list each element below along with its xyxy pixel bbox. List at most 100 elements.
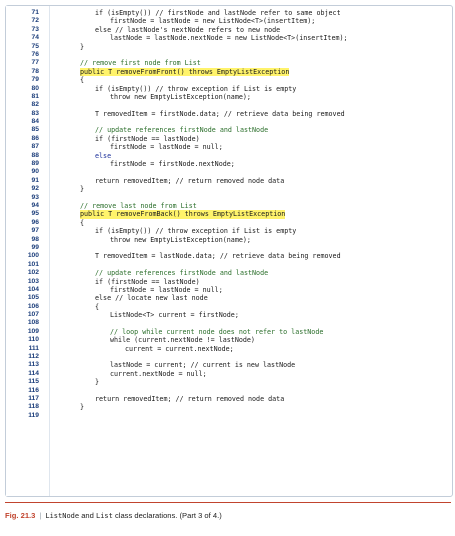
code-text: lastNode = current; // current is new la… <box>110 361 296 370</box>
line-number: 110 <box>28 336 39 344</box>
line-number: 76 <box>31 50 39 58</box>
code-text: firstNode = lastNode = null; <box>110 143 223 152</box>
line-number: 99 <box>31 243 39 251</box>
code-line: 85 // update references firstNode and las… <box>6 126 452 134</box>
line-number: 115 <box>28 378 39 386</box>
line-number: 112 <box>28 353 39 361</box>
line-number: 101 <box>27 260 39 268</box>
code-text: else // locate new last node <box>95 294 208 303</box>
code-text: if (firstNode == lastNode) <box>95 277 200 286</box>
code-text: // remove first node from List <box>80 59 201 68</box>
code-line: 117 return removedItem; // return removed… <box>6 395 452 403</box>
code-line: 106 { <box>6 303 452 311</box>
code-line: 88 else <box>6 152 452 160</box>
line-number: 87 <box>31 143 39 151</box>
line-number: 84 <box>31 118 39 126</box>
code-line: 86 if (firstNode == lastNode) <box>6 135 452 143</box>
code-text: throw new EmptyListException(name); <box>110 92 251 101</box>
code-text: if (isEmpty()) // throw exception if Lis… <box>95 227 297 236</box>
code-text: while (current.nextNode != lastNode) <box>110 336 255 345</box>
code-text: // loop while current node does not refe… <box>110 327 324 336</box>
line-number: 88 <box>31 151 39 159</box>
code-line: 98 throw new EmptyListException(name); <box>6 236 452 244</box>
line-number: 80 <box>31 84 39 92</box>
code-line: 101 <box>6 261 452 269</box>
code-line: 109 // loop while current node does not r… <box>6 328 452 336</box>
code-listing: 71 if (isEmpty()) // firstNode and lastNo… <box>5 5 453 497</box>
line-number: 117 <box>28 394 39 402</box>
code-line: 100 T removedItem = lastNode.data; // ret… <box>6 252 452 260</box>
code-line: 81 throw new EmptyListException(name); <box>6 93 452 101</box>
line-number: 83 <box>31 109 39 117</box>
line-number: 108 <box>27 319 39 327</box>
code-text: if (isEmpty()) // firstNode and lastNode… <box>95 9 341 17</box>
code-text: firstNode = lastNode = new ListNode<T>(i… <box>110 17 316 26</box>
line-number: 105 <box>27 294 39 302</box>
line-number: 102 <box>27 269 39 277</box>
line-number: 113 <box>28 361 39 369</box>
code-text: } <box>80 42 85 51</box>
code-line: 97 if (isEmpty()) // throw exception if L… <box>6 227 452 235</box>
code-line: 107 ListNode<T> current = firstNode; <box>6 311 452 319</box>
figure-number: Fig. 21.3 <box>5 511 36 520</box>
code-text: } <box>80 185 85 194</box>
code-line: 80 if (isEmpty()) // throw exception if L… <box>6 85 452 93</box>
line-number: 81 <box>31 92 39 100</box>
code-line: 114 current.nextNode = null; <box>6 370 452 378</box>
line-number: 98 <box>31 235 39 243</box>
code-text: current.nextNode = null; <box>110 369 207 378</box>
code-text: firstNode = lastNode = null; <box>110 285 223 294</box>
highlighted-code-text: public T removeFromFront() throws EmptyL… <box>80 67 290 77</box>
code-text: { <box>80 218 85 227</box>
code-line: 83 T removedItem = firstNode.data; // ret… <box>6 110 452 118</box>
line-number: 107 <box>27 311 39 319</box>
code-line: 75} <box>6 43 452 51</box>
code-text: { <box>80 76 85 85</box>
code-line: 73 else // lastNode's nextNode refers to … <box>6 26 452 34</box>
code-line: 72 firstNode = lastNode = new ListNode<T>… <box>6 17 452 25</box>
code-text: if (firstNode == lastNode) <box>95 134 200 143</box>
code-text: ListNode<T> current = firstNode; <box>110 311 239 320</box>
code-line: 118} <box>6 403 452 411</box>
line-number: 74 <box>31 34 39 42</box>
line-number: 103 <box>27 277 39 285</box>
code-line: 113 lastNode = current; // current is new… <box>6 361 452 369</box>
line-number: 109 <box>27 327 39 335</box>
line-number: 90 <box>31 168 39 176</box>
line-number: 89 <box>31 160 39 168</box>
code-line: 116 <box>6 387 452 395</box>
code-text: firstNode = firstNode.nextNode; <box>110 160 235 169</box>
line-number: 71 <box>31 9 39 16</box>
code-line: 112 <box>6 353 452 361</box>
code-line: 87 firstNode = lastNode = null; <box>6 143 452 151</box>
line-number: 93 <box>31 193 39 201</box>
line-number: 106 <box>27 302 39 310</box>
caption-divider <box>5 502 451 503</box>
code-line: 91 return removedItem; // return removed … <box>6 177 452 185</box>
code-line: 99 <box>6 244 452 252</box>
line-number: 114 <box>28 369 39 377</box>
code-lines: 71 if (isEmpty()) // firstNode and lastNo… <box>6 9 452 420</box>
code-line: 82 <box>6 101 452 109</box>
code-text: // update references firstNode and lastN… <box>95 269 269 278</box>
line-number: 82 <box>31 101 39 109</box>
line-number: 97 <box>31 227 39 235</box>
code-line: 119 <box>6 412 452 420</box>
caption-description: class declarations. (Part 3 of 4.) <box>112 511 222 520</box>
code-text: // update references firstNode and lastN… <box>95 126 269 135</box>
code-text: T removedItem = firstNode.data; // retri… <box>95 109 345 118</box>
code-line: 96 { <box>6 219 452 227</box>
code-text: else <box>95 151 112 160</box>
code-text: } <box>80 403 85 412</box>
code-line: 71 if (isEmpty()) // firstNode and lastNo… <box>6 9 452 17</box>
code-line: 89 firstNode = firstNode.nextNode; <box>6 160 452 168</box>
code-text: if (isEmpty()) // throw exception if Lis… <box>95 84 297 93</box>
code-text: T removedItem = lastNode.data; // retrie… <box>95 252 341 261</box>
code-text: current = current.nextNode; <box>125 344 234 353</box>
caption-class-listnode: ListNode <box>45 512 80 520</box>
line-number: 119 <box>28 411 39 419</box>
line-number: 79 <box>31 76 39 84</box>
line-number: 118 <box>28 403 39 411</box>
line-number: 94 <box>31 201 39 209</box>
code-line: 104 firstNode = lastNode = null; <box>6 286 452 294</box>
